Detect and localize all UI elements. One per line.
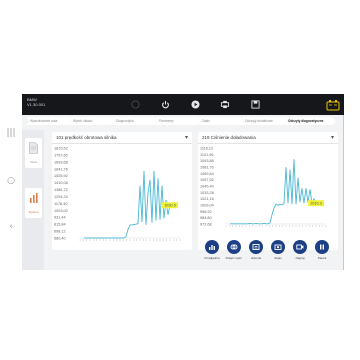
y-tick-label: 815,84 — [54, 223, 66, 227]
chart-panel-boost: 219 Ciśnienie doładowania ▾ 1116,12 1101,… — [198, 132, 338, 250]
pause-button[interactable]: Pauza — [313, 240, 331, 268]
panel-header[interactable]: 101 prędkość obrotowa silnika ▾ — [52, 132, 192, 144]
breadcrumb-item[interactable]: Wyszukiwanie auta — [26, 117, 72, 125]
recent-apps-icon[interactable]: ||| — [6, 128, 16, 138]
y-tick-label: 1093,88 — [200, 159, 214, 163]
breadcrumb-item[interactable]: Diagnostyka — [112, 117, 158, 125]
record-button[interactable]: Nagraj — [291, 240, 309, 268]
y-tick-label: 1033,28 — [200, 191, 214, 195]
y-tick-label: 1386,72 — [54, 188, 68, 192]
chart-panel-rpm: 101 prędkość obrotowa silnika ▾ 1815,52 1… — [52, 132, 192, 250]
power-icon[interactable] — [159, 99, 171, 110]
screen: ||| ○ ‹ BMW V1.30.001 Wyszukiwanie auta … — [0, 0, 360, 360]
save-icon[interactable] — [249, 99, 261, 110]
vehicle-info: BMW V1.30.001 — [27, 97, 45, 107]
battery-icon — [326, 98, 340, 111]
y-tick-label: 1757,60 — [54, 153, 68, 157]
sidebar-item-chart[interactable]: Wykres — [25, 188, 42, 218]
line-chart: 1116,12 1101,96 1093,88 1081,76 1069,64 1057,… — [200, 147, 327, 227]
home-button-icon[interactable]: ○ — [6, 176, 16, 186]
breadcrumb-item[interactable]: Parametry — [155, 117, 201, 125]
record-icon — [293, 240, 307, 254]
y-tick-label: 1101,96 — [200, 153, 213, 157]
y-tick-label: 1815,52 — [54, 147, 68, 151]
y-tick-label: 1003,00 — [54, 209, 68, 213]
y-tick-label: 984,80 — [200, 216, 212, 220]
vehicle-version: V1.30.001 — [27, 102, 46, 107]
breadcrumb: Wyszukiwanie auta Wybór układu Diagnosty… — [26, 117, 342, 126]
y-tick-label: 1116,12 — [200, 147, 213, 151]
top-bar: BMW V1.30.001 — [22, 94, 344, 115]
y-tick-label: 1021,16 — [200, 197, 214, 201]
dropdown-caret-icon[interactable]: ▾ — [331, 135, 334, 141]
sidebar: Tekst Wykres — [22, 130, 44, 270]
breadcrumb-item[interactable]: Zapis — [198, 117, 244, 125]
home-icon[interactable] — [129, 99, 141, 110]
action-label: Połącz wykr. — [225, 256, 243, 260]
panel-header[interactable]: 219 Ciśnienie doładowania ▾ — [198, 132, 338, 144]
y-tick-label: 698,12 — [54, 230, 66, 234]
dropdown-caret-icon[interactable]: ▾ — [185, 135, 188, 141]
y-tick-label: 580,40 — [54, 237, 66, 241]
y-tick-label: 1641,76 — [54, 167, 68, 171]
app-window: BMW V1.30.001 Wyszukiwanie auta Wybór uk… — [22, 94, 344, 270]
y-tick-label: 1057,52 — [200, 178, 214, 182]
y-tick-label: 1294,24 — [54, 195, 68, 199]
link-icon — [227, 240, 241, 254]
merge-charts-button[interactable]: Połącz wykr. — [225, 240, 243, 268]
action-label: Nagraj — [295, 256, 305, 260]
camera-icon — [271, 240, 285, 254]
document-icon — [29, 142, 38, 154]
history-button[interactable]: Historia — [247, 240, 265, 268]
action-bar: Podgląd/ca Połącz wykr. Historia Zapis N… — [201, 240, 341, 270]
value-marker-label: 1030.5 — [164, 204, 176, 208]
line-chart: 1815,52 1757,60 1699,68 1641,76 1525,92 1410,… — [54, 147, 181, 241]
bar-chart-icon — [205, 240, 219, 254]
y-tick-label: 1525,92 — [54, 174, 68, 178]
value-marker-label: 1010.3 — [310, 201, 322, 205]
sidebar-item-text[interactable]: Tekst — [25, 138, 42, 168]
series-line — [84, 170, 172, 239]
breadcrumb-item[interactable]: Odczyty dodatkowe — [241, 117, 287, 125]
sidebar-item-label: Wykres — [28, 210, 39, 214]
y-tick-label: 1699,68 — [54, 160, 68, 164]
preview-button[interactable]: Podgląd/ca — [203, 240, 221, 268]
breadcrumb-item[interactable]: Wybór układu — [69, 117, 115, 125]
sidebar-item-label: Tekst — [29, 160, 37, 164]
action-label: Podgląd/ca — [204, 256, 220, 260]
y-tick-label: 931,44 — [54, 216, 66, 220]
breadcrumb-item-current: Odczyty diagnostyczne — [284, 117, 336, 125]
panel-title: 101 prędkość obrotowa silnika — [56, 135, 117, 140]
y-tick-label: 1009,04 — [200, 204, 214, 208]
series-line — [230, 159, 319, 225]
phone-side-bar: ||| ○ ‹ — [0, 94, 22, 270]
y-tick-label: 1045,40 — [200, 185, 214, 189]
y-tick-label: 1410,08 — [54, 181, 68, 185]
play-icon[interactable] — [189, 99, 201, 110]
history-icon — [249, 240, 263, 254]
y-tick-label: 972,68 — [200, 223, 212, 227]
y-tick-label: 1081,76 — [200, 166, 214, 170]
snapshot-button[interactable]: Zapis — [269, 240, 287, 268]
y-tick-label: 996,92 — [200, 210, 212, 214]
action-label: Zapis — [274, 256, 282, 260]
print-icon[interactable] — [219, 99, 231, 110]
chart-icon — [30, 193, 38, 203]
back-icon[interactable]: ‹ — [6, 222, 16, 232]
action-label: Historia — [250, 256, 262, 260]
pause-icon — [315, 240, 329, 254]
action-label: Pauza — [317, 256, 327, 260]
y-tick-label: 1178,40 — [54, 202, 67, 206]
panel-title: 219 Ciśnienie doładowania — [202, 135, 256, 140]
y-tick-label: 1069,64 — [200, 172, 214, 176]
